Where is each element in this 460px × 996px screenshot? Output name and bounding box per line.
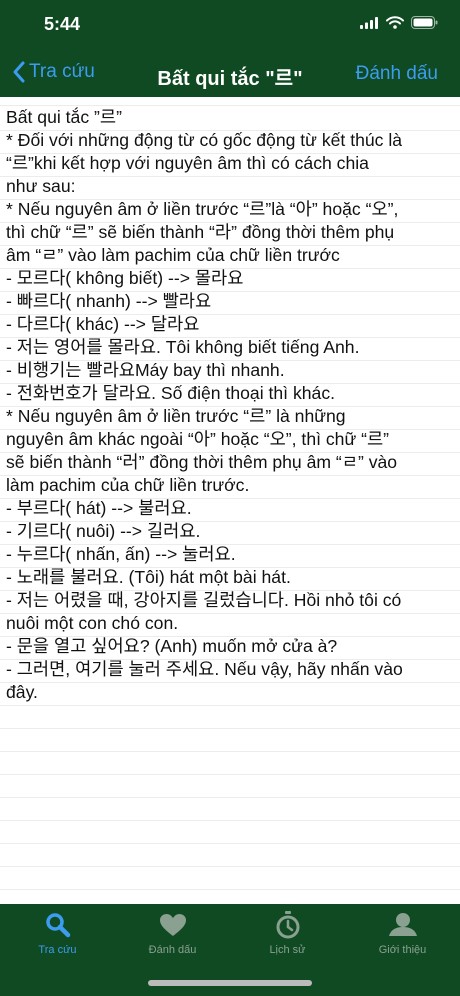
wifi-icon xyxy=(386,16,404,29)
home-indicator xyxy=(148,980,312,986)
content-line: - 비행기는 빨라요Máy bay thì nhanh. xyxy=(6,360,285,380)
tab-history-label: Lịch sử xyxy=(269,944,306,956)
content-line: - 빠르다( nhanh) --> 빨라요 xyxy=(6,291,212,311)
battery-icon xyxy=(411,16,438,29)
content-line: * Nếu nguyên âm ở liền trước “르”là “아” h… xyxy=(6,199,399,219)
search-icon xyxy=(45,913,70,938)
content-line: * Đối với những động từ có gốc động từ k… xyxy=(6,130,403,150)
article-text: Bất qui tắc ”르” * Đối với những động từ c… xyxy=(0,97,460,704)
content-line: nguyên âm khác ngoài “아” hoặc “오”, thì c… xyxy=(6,429,390,449)
content-line: - 다르다( khác) --> 달라요 xyxy=(6,314,200,334)
status-bar: 5:44 xyxy=(0,0,460,50)
content-line: đây. xyxy=(6,682,38,702)
tab-bookmarks-label: Đánh dấu xyxy=(148,944,197,956)
content-line: âm “ㄹ” vào làm pachim của chữ liền trước xyxy=(6,245,340,265)
content-line: - 모르다( không biết) --> 몰라요 xyxy=(6,268,244,288)
content-line: nuôi một con chó con. xyxy=(6,613,179,633)
content-line: - 기르다( nuôi) --> 길러요. xyxy=(6,521,201,541)
status-time: 5:44 xyxy=(44,14,81,34)
content-line: Bất qui tắc ”르” xyxy=(6,107,122,127)
app-header: 5:44 Tra cứu Bất qui tắc "르" Đánh dấu xyxy=(0,0,460,97)
content-line: thì chữ “르” sẽ biến thành “라” đồng thời … xyxy=(6,222,395,242)
tab-bookmarks[interactable]: Đánh dấu xyxy=(115,912,230,956)
person-icon xyxy=(388,913,417,936)
content-line: - 저는 어렸을 때, 강아지를 길렀습니다. Hồi nhỏ tôi có xyxy=(6,590,402,610)
content-line: “르”khi kết hợp với nguyên âm thì có cách… xyxy=(6,153,369,173)
status-icons xyxy=(360,16,438,29)
content-line: - 전화번호가 달라요. Số điện thoại thì khác. xyxy=(6,383,336,403)
content-line: - 부르다( hát) --> 불러요. xyxy=(6,498,192,518)
content-line: sẽ biến thành “러” đồng thời thêm phụ âm … xyxy=(6,452,398,472)
content-line: - 저는 영어를 몰라요. Tôi không biết tiếng Anh. xyxy=(6,337,360,357)
stopwatch-icon xyxy=(276,911,299,939)
tab-history[interactable]: Lịch sử xyxy=(230,911,345,956)
content-line: - 누르다( nhấn, ấn) --> 눌러요. xyxy=(6,544,236,564)
content-line: như sau: xyxy=(6,176,76,196)
article-content[interactable]: Bất qui tắc ”르” * Đối với những động từ c… xyxy=(0,97,460,904)
content-line: * Nếu nguyên âm ở liền trước “르” là nhữn… xyxy=(6,406,346,426)
signal-icon xyxy=(360,16,378,29)
tab-search-label: Tra cứu xyxy=(38,944,77,956)
content-line: - 문을 열고 싶어요? (Anh) muốn mở cửa à? xyxy=(6,636,338,656)
content-line: - 그러면, 여기를 눌러 주세요. Nếu vậy, hãy nhấn vào xyxy=(6,659,403,679)
heart-icon xyxy=(159,914,186,936)
navigation-bar: Tra cứu Bất qui tắc "르" Đánh dấu xyxy=(0,50,460,97)
content-line: - 노래를 불러요. (Tôi) hát một bài hát. xyxy=(6,567,291,587)
bookmark-button[interactable]: Đánh dấu xyxy=(356,63,438,85)
tab-about-label: Giới thiệu xyxy=(378,944,427,956)
tab-about[interactable]: Giới thiệu xyxy=(345,912,460,956)
content-line: làm pachim của chữ liền trước. xyxy=(6,475,250,495)
tab-search[interactable]: Tra cứu xyxy=(0,912,115,956)
